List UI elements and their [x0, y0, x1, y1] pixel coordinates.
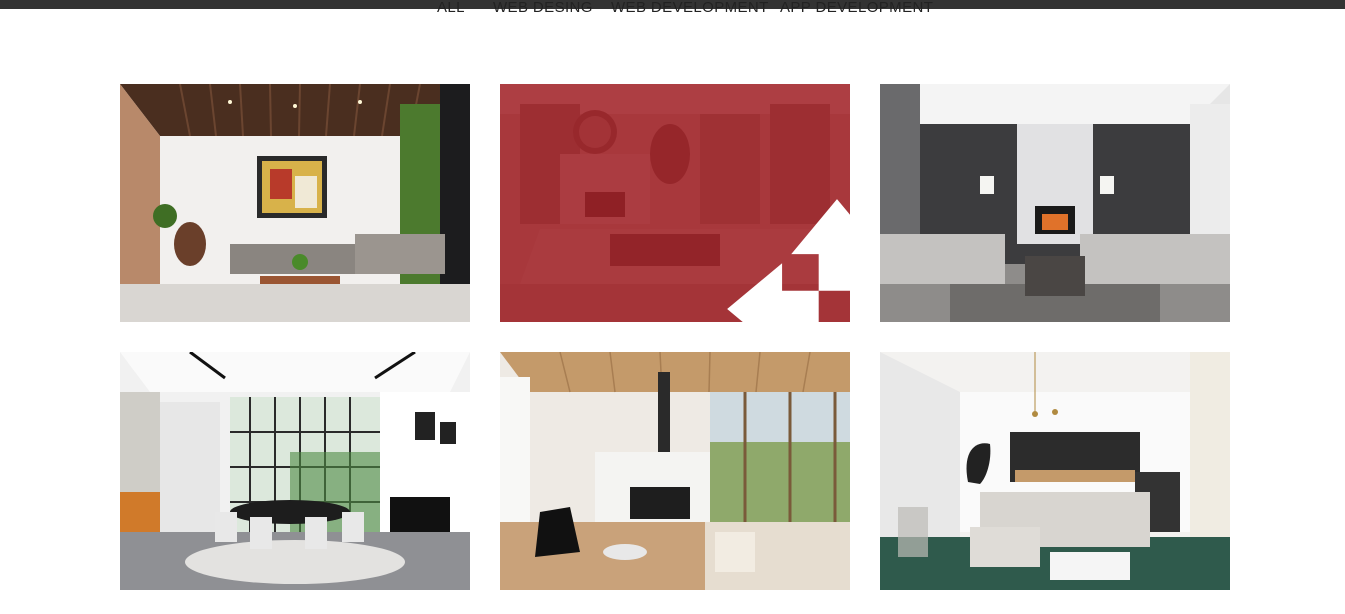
interior-image-4: [120, 352, 470, 590]
filter-web-desing[interactable]: WEB DESING: [493, 0, 593, 16]
portfolio-filter-bar: ALL WEB DESING WEB DEVELOPMENT APP DEVEL…: [0, 0, 1345, 18]
gallery-item-6[interactable]: [880, 352, 1230, 590]
gallery-item-3[interactable]: [880, 84, 1230, 322]
interior-image-5: [500, 352, 850, 590]
interior-image-1: [120, 84, 470, 322]
move-icon[interactable]: [662, 190, 850, 322]
gallery-item-2[interactable]: [500, 84, 850, 322]
gallery-item-5[interactable]: [500, 352, 850, 590]
filter-all[interactable]: ALL: [437, 0, 465, 16]
gallery-item-1[interactable]: [120, 84, 470, 322]
portfolio-gallery: [120, 84, 1230, 614]
filter-web-development[interactable]: WEB DEVELOPMENT: [611, 0, 769, 16]
filter-app-development[interactable]: APP DEVELOPMENT: [780, 0, 933, 16]
interior-image-6: [880, 352, 1230, 590]
gallery-item-4[interactable]: [120, 352, 470, 590]
interior-image-3: [880, 84, 1230, 322]
